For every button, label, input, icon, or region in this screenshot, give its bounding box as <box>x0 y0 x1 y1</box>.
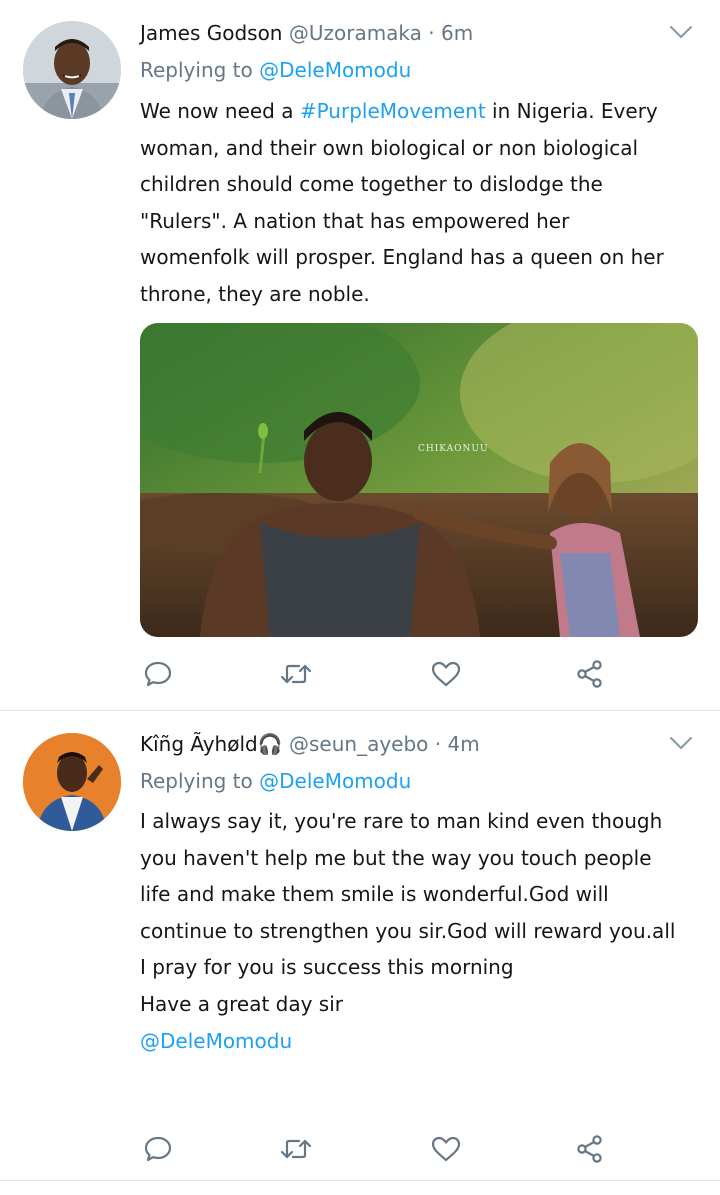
chevron-down-icon[interactable] <box>668 733 694 753</box>
photo-woman-and-girl <box>140 323 698 637</box>
tweet-actions <box>140 1131 620 1167</box>
retweet-icon <box>280 1139 312 1159</box>
like-icon <box>431 661 461 687</box>
tweet-text-rest: in Nigeria. Every woman, and their own b… <box>140 99 664 306</box>
like-button[interactable] <box>426 1131 466 1167</box>
trailing-mention-link[interactable]: @DeleMomodu <box>140 1023 680 1060</box>
replying-to-mention[interactable]: @DeleMomodu <box>259 769 411 793</box>
tweet-card[interactable]: James Godson @Uzoramaka · 6m Replying to… <box>0 0 720 711</box>
author-avatar[interactable] <box>23 733 121 831</box>
retweet-button[interactable] <box>276 656 316 692</box>
author-handle[interactable]: @seun_ayebo <box>289 732 428 756</box>
tweet-actions <box>140 656 620 692</box>
replying-to-label: Replying to <box>140 769 253 793</box>
hashtag-link[interactable]: #PurpleMovement <box>300 99 486 123</box>
author-handle[interactable]: @Uzoramaka <box>289 21 422 45</box>
tweet-text-start: We now need a <box>140 99 300 123</box>
avatar-photo <box>23 21 121 119</box>
like-button[interactable] <box>426 656 466 692</box>
tweet-timestamp[interactable]: 6m <box>441 21 473 45</box>
tweet-timestamp[interactable]: 4m <box>447 732 479 756</box>
tweet-text: I always say it, you're rare to man kind… <box>140 803 680 1059</box>
tweet-card[interactable]: Kîñg Ãyhøld🎧 @seun_ayebo · 4m Replying t… <box>0 711 720 1181</box>
tweet-text-paragraph: I always say it, you're rare to man kind… <box>140 809 676 980</box>
tweet-text-line: Have a great day sir <box>140 991 343 1016</box>
like-icon <box>431 1136 461 1162</box>
share-button[interactable] <box>570 656 610 692</box>
tweet-header: James Godson @Uzoramaka · 6m <box>140 18 660 48</box>
replying-to-line: Replying to @DeleMomodu <box>140 55 411 85</box>
share-button[interactable] <box>570 1131 610 1167</box>
tweet-header: Kîñg Ãyhøld🎧 @seun_ayebo · 4m <box>140 729 660 759</box>
reply-icon <box>144 1136 172 1162</box>
replying-to-label: Replying to <box>140 58 253 82</box>
replying-to-line: Replying to @DeleMomodu <box>140 766 411 796</box>
author-name[interactable]: James Godson <box>140 21 282 45</box>
tweet-text: We now need a #PurpleMovement in Nigeria… <box>140 93 680 313</box>
share-icon <box>577 660 602 688</box>
reply-button[interactable] <box>138 656 178 692</box>
reply-button[interactable] <box>138 1131 178 1167</box>
author-name[interactable]: Kîñg Ãyhøld🎧 <box>140 732 283 756</box>
avatar-photo <box>23 733 121 831</box>
separator-dot: · <box>428 21 435 45</box>
replying-to-mention[interactable]: @DeleMomodu <box>259 58 411 82</box>
photo-watermark: CHIKAONUU <box>418 444 489 454</box>
tweet-media-image[interactable] <box>140 323 698 637</box>
share-icon <box>577 1135 602 1163</box>
retweet-button[interactable] <box>276 1131 316 1167</box>
reply-icon <box>144 661 172 687</box>
retweet-icon <box>280 664 312 684</box>
separator-dot: · <box>434 732 442 756</box>
author-avatar[interactable] <box>23 21 121 119</box>
chevron-down-icon[interactable] <box>668 22 694 42</box>
